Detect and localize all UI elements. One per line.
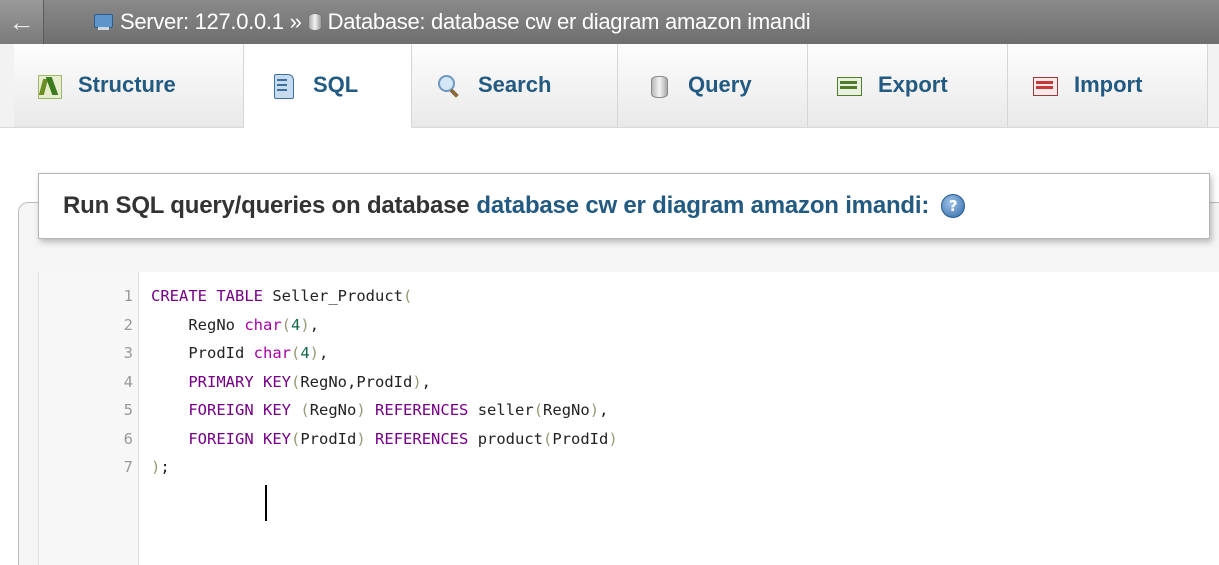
tab-import[interactable]: Import [1008, 44, 1208, 127]
sql-editor[interactable]: 1 CREATE TABLE Seller_Product( 2 RegNo cha… [38, 272, 1219, 565]
tab-query-label: Query [688, 71, 752, 97]
line-number: 5 [123, 401, 133, 419]
code-line: 1 CREATE TABLE Seller_Product( [39, 284, 1219, 308]
breadcrumb-server[interactable]: Server: 127.0.0.1 [94, 9, 284, 35]
line-number: 4 [123, 372, 133, 391]
tab-search[interactable]: Search [412, 44, 618, 127]
code-text: FOREIGN KEY (RegNo) REFERENCES seller(Re… [188, 401, 609, 419]
tab-query[interactable]: Query [618, 44, 808, 127]
tab-sql-label: SQL [313, 71, 359, 97]
breadcrumb-bar: ← Server: 127.0.0.1 » Database: database… [0, 0, 1219, 44]
code-line: 7); [39, 455, 1219, 479]
tab-sql[interactable]: SQL [244, 44, 412, 128]
sql-icon [271, 73, 297, 99]
line-number: 2 [123, 315, 133, 334]
phpmyadmin-window: ← Server: 127.0.0.1 » Database: database… [0, 0, 1219, 565]
code-text: FOREIGN KEY(ProdId) REFERENCES product(P… [188, 429, 618, 448]
code-text: ProdId char(4), [151, 344, 329, 362]
tab-bar: Structure SQL Search Query Export Import [0, 44, 1219, 128]
tab-structure[interactable]: Structure [14, 44, 244, 127]
breadcrumb-separator: » [289, 9, 302, 34]
export-icon [836, 73, 862, 99]
search-icon [436, 73, 462, 99]
tab-export-label: Export [878, 71, 948, 97]
breadcrumb-server-label[interactable]: Server: 127.0.0.1 [120, 9, 284, 35]
code-line: 4 PRIMARY KEY(RegNo,ProdId), [39, 370, 1219, 394]
code-text: ); [151, 458, 170, 476]
code-text: CREATE TABLE Seller_Product( [151, 287, 413, 305]
breadcrumb-database[interactable]: Database: database cw er diagram amazon … [307, 9, 811, 35]
code-text: PRIMARY KEY(RegNo,ProdId), [188, 372, 432, 391]
database-icon [307, 13, 322, 31]
line-number: 1 [123, 287, 133, 305]
tab-structure-label: Structure [78, 71, 176, 97]
heading-prefix: Run SQL query/queries on database [63, 192, 470, 219]
code-line: 6 FOREIGN KEY(ProdId) REFERENCES product… [39, 427, 1219, 451]
line-number: 3 [123, 344, 133, 362]
breadcrumb-database-label[interactable]: Database: database cw er diagram amazon … [328, 9, 811, 35]
breadcrumb: Server: 127.0.0.1 » Database: database c… [44, 9, 811, 35]
help-icon[interactable]: ? [941, 194, 966, 218]
code-line: 5 FOREIGN KEY (RegNo) REFERENCES seller(… [39, 398, 1219, 422]
tab-export[interactable]: Export [808, 44, 1008, 127]
back-arrow-icon[interactable]: ← [0, 0, 44, 44]
text-cursor [265, 485, 267, 521]
line-number: 6 [123, 429, 133, 448]
tab-import-label: Import [1074, 71, 1143, 97]
sql-query-heading: Run SQL query/queries on database databa… [38, 173, 1210, 239]
line-number: 7 [123, 458, 133, 476]
code-line: 3 ProdId char(4), [39, 341, 1219, 365]
import-icon [1032, 73, 1058, 99]
query-icon [646, 73, 672, 99]
heading-database-name: database cw er diagram amazon imandi: [476, 192, 930, 219]
tab-search-label: Search [478, 71, 552, 97]
code-text: RegNo char(4), [151, 315, 320, 334]
structure-icon [36, 73, 62, 99]
server-icon [94, 14, 114, 30]
code-line: 2 RegNo char(4), [39, 313, 1219, 337]
